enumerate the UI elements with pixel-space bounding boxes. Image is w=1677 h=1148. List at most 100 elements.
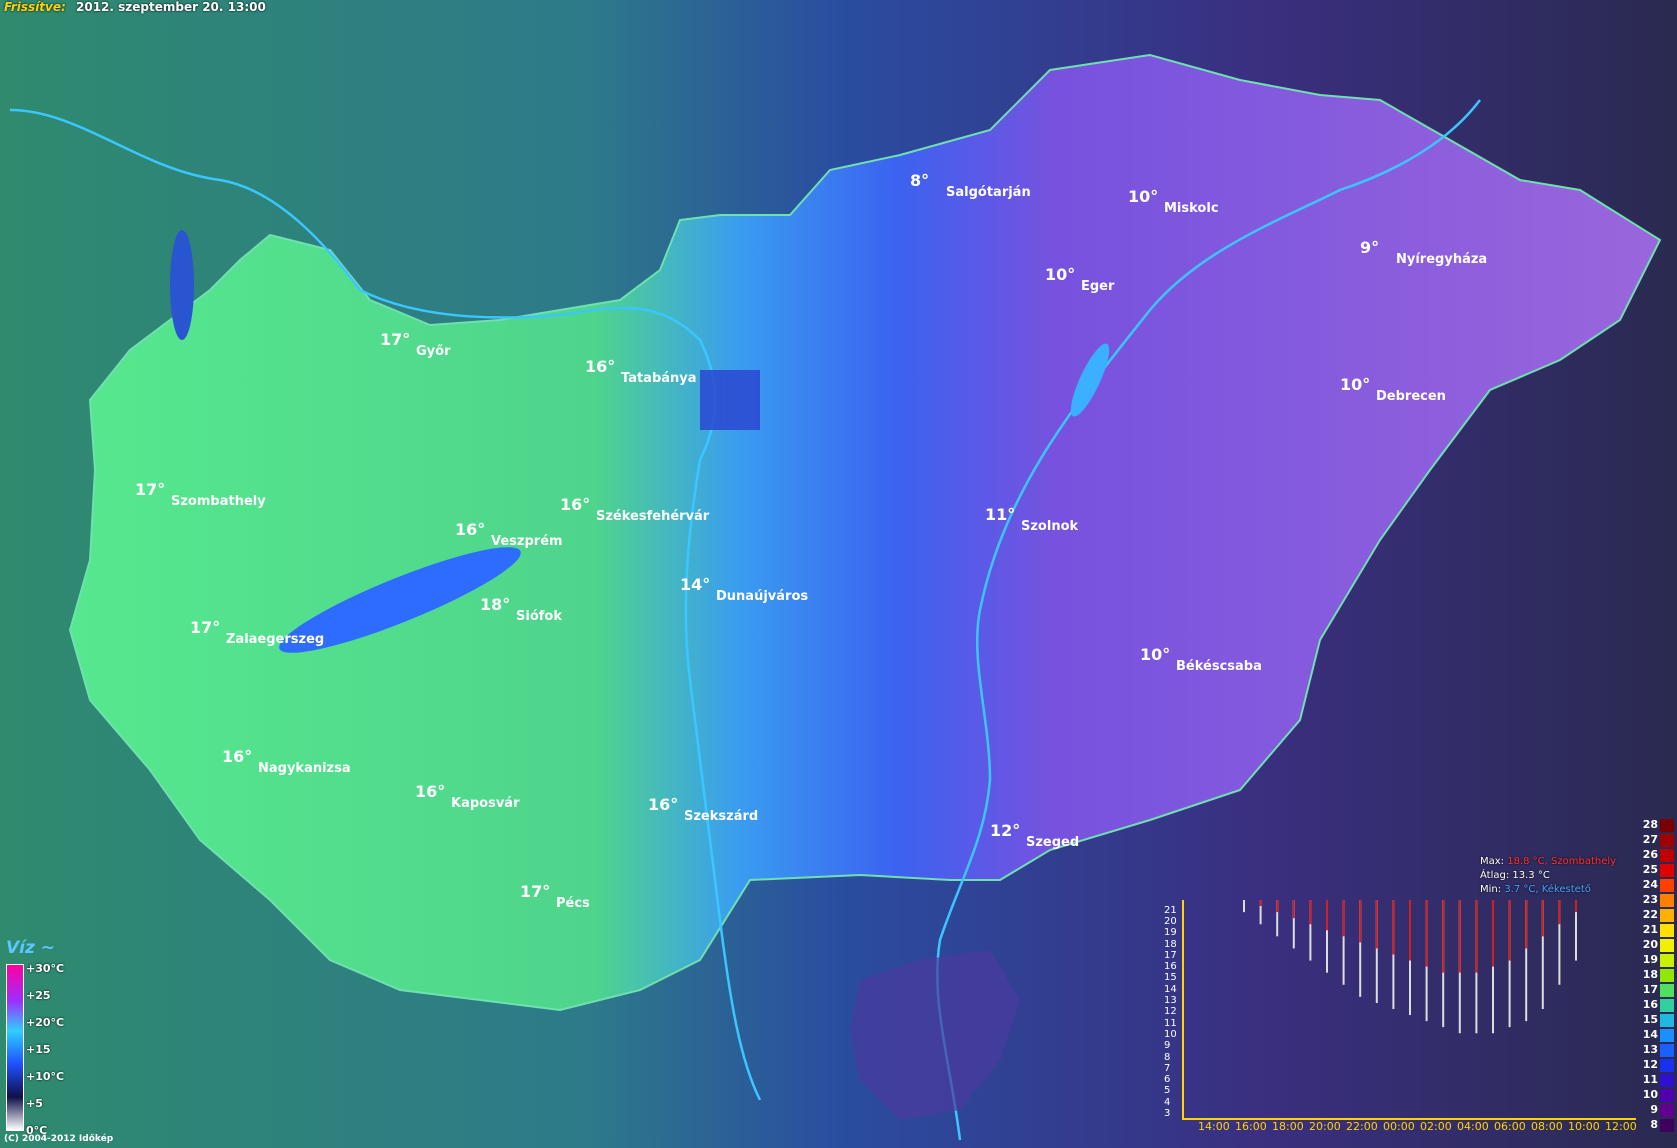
scale-item: 8 (1636, 1118, 1676, 1133)
city-temp-8: 16° (222, 747, 252, 766)
city-temp-0: 17° (380, 330, 410, 349)
city-temp-10: 16° (648, 795, 678, 814)
scale-swatch (1660, 1014, 1674, 1027)
chart-y-tick: 11 (1164, 1017, 1177, 1029)
water-legend-label: +20°C (26, 1016, 65, 1029)
city-name-3: Veszprém (491, 534, 563, 549)
chart-y-tick: 21 (1164, 904, 1177, 916)
chart-y-tick: 3 (1164, 1108, 1171, 1119)
scale-swatch (1660, 999, 1674, 1012)
min-value: 3.7 °C, Kékestető (1504, 884, 1591, 895)
scale-item: 24 (1636, 878, 1676, 893)
copyright: (C) 2004-2012 Időkép (4, 1134, 114, 1144)
chart-y-tick: 16 (1164, 961, 1177, 973)
scale-value: 15 (1642, 1013, 1658, 1026)
city-temp-2: 17° (135, 480, 165, 499)
scale-item: 10 (1636, 1088, 1676, 1103)
temperature-scale: 28 27 26 25 24 23 22 21 20 19 18 17 16 15 14 13 12 11 10 9 8 (1636, 818, 1676, 1132)
chart-y-tick: 4 (1164, 1096, 1171, 1108)
city-name-6: Zalaegerszeg (226, 632, 324, 647)
city-name-5: Siófok (516, 609, 562, 624)
scale-item: 27 (1636, 833, 1676, 848)
chart-y-tick: 18 (1164, 938, 1177, 950)
city-temp-12: 12° (990, 821, 1020, 840)
city-name-1: Tatabánya (621, 371, 697, 386)
scale-item: 13 (1636, 1043, 1676, 1058)
scale-value: 14 (1642, 1028, 1658, 1041)
water-legend-label: +30°C (26, 962, 65, 975)
scale-swatch (1660, 954, 1674, 967)
scale-item: 12 (1636, 1058, 1676, 1073)
city-name-18: Szolnok (1021, 519, 1079, 534)
avg-label: Átlag: (1480, 870, 1510, 881)
chart-y-tick: 19 (1164, 927, 1177, 939)
chart-svg (1243, 900, 1577, 1034)
scale-swatch (1660, 1104, 1674, 1117)
chart-y-tick: 17 (1164, 949, 1177, 961)
city-name-8: Nagykanizsa (258, 761, 351, 776)
scale-item: 17 (1636, 983, 1676, 998)
city-name-16: Nyíregyháza (1396, 252, 1487, 267)
chart-y-tick: 5 (1164, 1085, 1171, 1097)
chart-x-tick: 06:00 (1494, 1120, 1526, 1133)
update-header: Frissítve: 2012. szeptember 20. 13:00 (4, 0, 266, 14)
city-name-2: Szombathely (171, 494, 266, 509)
scale-swatch (1660, 1119, 1674, 1132)
chart-y-tick: 13 (1164, 995, 1177, 1006)
water-legend-title: Víz ~ (6, 938, 56, 958)
water-legend-label: +5 (26, 1097, 43, 1110)
water-temp-gradient (6, 964, 24, 1131)
city-temp-17: 10° (1340, 375, 1370, 394)
city-name-4: Székesfehérvár (596, 509, 710, 524)
scale-item: 18 (1636, 968, 1676, 983)
stats-panel: Max: 18.8 °C, Szombathely Átlag: 13.3 °C… (1480, 855, 1650, 897)
city-name-7: Dunaújváros (716, 589, 808, 604)
scale-item: 21 (1636, 923, 1676, 938)
scale-swatch (1660, 1059, 1674, 1072)
city-temp-16: 9° (1360, 238, 1379, 257)
scale-value: 19 (1642, 953, 1658, 966)
update-label: Frissítve: (4, 0, 66, 14)
chart-x-tick: 22:00 (1346, 1120, 1378, 1133)
scale-swatch (1660, 879, 1674, 892)
scale-swatch (1660, 1089, 1674, 1102)
scale-item: 9 (1636, 1103, 1676, 1118)
city-name-0: Győr (416, 344, 451, 359)
water-legend-label: +25 (26, 989, 51, 1002)
city-temp-3: 16° (455, 520, 485, 539)
chart-x-tick: 08:00 (1531, 1120, 1563, 1133)
update-timestamp: 2012. szeptember 20. 13:00 (76, 0, 266, 14)
scale-swatch (1660, 939, 1674, 952)
city-name-19: Békéscsaba (1176, 659, 1262, 674)
city-name-10: Szekszárd (684, 809, 758, 824)
city-temp-6: 17° (190, 618, 220, 637)
city-name-14: Miskolc (1164, 201, 1219, 216)
chart-y-tick: 15 (1164, 972, 1177, 984)
chart-x-tick: 14:00 (1198, 1120, 1230, 1133)
scale-value: 27 (1642, 833, 1658, 846)
scale-item: 20 (1636, 938, 1676, 953)
scale-swatch (1660, 819, 1674, 832)
chart-x-tick: 12:00 (1605, 1120, 1637, 1133)
scale-value: 23 (1642, 893, 1658, 906)
avg-value: 13.3 °C (1512, 870, 1550, 881)
scale-value: 21 (1642, 923, 1658, 936)
scale-value: 28 (1642, 818, 1658, 831)
city-temp-18: 11° (985, 505, 1015, 524)
scale-swatch (1660, 924, 1674, 937)
city-temp-4: 16° (560, 495, 590, 514)
scale-item: 11 (1636, 1073, 1676, 1088)
chart-y-tick: 8 (1164, 1051, 1171, 1063)
max-label: Max: (1480, 856, 1505, 867)
city-temp-9: 16° (415, 782, 445, 801)
scale-value: 8 (1650, 1118, 1658, 1131)
scale-value: 24 (1642, 878, 1658, 891)
scale-value: 13 (1642, 1043, 1658, 1056)
scale-item: 26 (1636, 848, 1676, 863)
scale-item: 19 (1636, 953, 1676, 968)
chart-x-tick: 10:00 (1568, 1120, 1600, 1133)
scale-value: 18 (1642, 968, 1658, 981)
water-legend-label: +10°C (26, 1070, 65, 1083)
city-name-17: Debrecen (1376, 389, 1446, 404)
chart-y-tick: 9 (1164, 1040, 1171, 1052)
